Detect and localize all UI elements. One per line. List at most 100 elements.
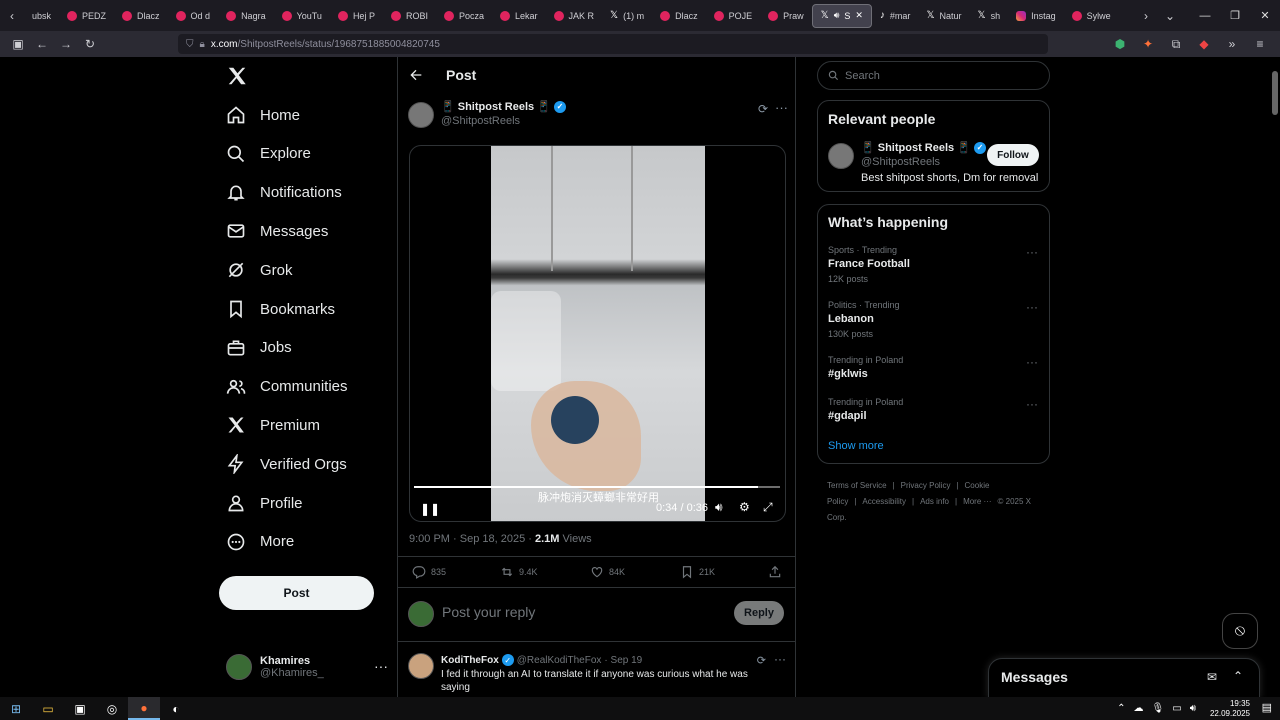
file-explorer-icon[interactable]: ▭ (32, 697, 64, 720)
browser-tab[interactable]: Hej P (330, 4, 383, 28)
footer-link[interactable]: More ··· (963, 497, 991, 506)
comment-avatar[interactable] (408, 653, 434, 679)
extension-badge-icon[interactable]: ◆ (1192, 34, 1216, 54)
close-window-icon[interactable]: ✕ (1250, 9, 1280, 22)
x-logo-icon[interactable] (226, 65, 248, 87)
sidebar-item-messages[interactable]: Messages (226, 216, 328, 246)
overflow-chevron-icon[interactable]: » (1220, 34, 1244, 54)
relevant-name[interactable]: 📱 Shitpost Reels 📱 (861, 141, 971, 154)
reply-button[interactable]: Reply (734, 601, 784, 625)
compose-message-icon[interactable]: ✉ (1207, 670, 1217, 684)
more-dots-icon[interactable]: ··· (374, 658, 388, 674)
mic-icon[interactable]: 🎙︎ (1152, 703, 1165, 714)
volume-icon[interactable]: 🔊︎ (1190, 703, 1196, 714)
browser-tab[interactable]: 𝕏sh (970, 4, 1009, 28)
browser-tab[interactable]: JAK R (546, 4, 603, 28)
browser-tab[interactable]: 𝕏 Natur (918, 4, 969, 28)
scrollbar-thumb[interactable] (1272, 71, 1278, 115)
sidebar-item-premium[interactable]: Premium (226, 410, 320, 440)
steam-icon[interactable]: ◎ (96, 697, 128, 720)
trend-item[interactable]: Sports · Trending France Football 12K post… (828, 245, 1038, 284)
browser-tab[interactable]: Praw (760, 4, 812, 28)
browser-tab[interactable]: POJE (706, 4, 761, 28)
browser-tab[interactable]: 𝕏 🔊︎ S ✕ (811, 3, 872, 28)
reply-input[interactable]: Post your reply (442, 604, 535, 620)
browser-tab[interactable]: ROBI (383, 4, 436, 28)
network-icon[interactable]: ▭ (1172, 703, 1181, 714)
browser-tab[interactable]: Lekar (492, 4, 546, 28)
share-action[interactable] (768, 565, 782, 579)
sidebar-item-home[interactable]: Home (226, 100, 300, 130)
sidebar-item-more[interactable]: More (226, 527, 294, 557)
tab-audio-icon[interactable]: 🔊︎ (834, 10, 840, 21)
author-avatar[interactable] (408, 102, 434, 128)
more-dots-icon[interactable]: ··· (1026, 300, 1038, 314)
menu-icon[interactable]: ≡ (1248, 34, 1272, 54)
author-name[interactable]: 📱 Shitpost Reels 📱 (441, 100, 551, 113)
author-handle[interactable]: @ShitpostReels (441, 115, 520, 127)
cloud-icon[interactable]: ☁ (1134, 703, 1144, 714)
bookmark-action[interactable]: 21K (680, 565, 715, 579)
url-bar[interactable]: ⛉ 🔒︎ x.com/ShitpostReels/status/19687518… (178, 34, 1048, 54)
browser-tab[interactable]: YouTu (274, 4, 330, 28)
browser-tab[interactable]: Instag (1008, 4, 1064, 28)
page-scrollbar[interactable] (1270, 57, 1280, 697)
system-clock[interactable]: 19:35 22.09.2025 (1210, 699, 1250, 719)
account-switcher[interactable]: Khamires @Khamires_ ··· (226, 650, 388, 684)
comment-date[interactable]: · Sep 19 (604, 655, 642, 666)
more-dots-icon[interactable]: ··· (1026, 397, 1038, 411)
more-dots-icon[interactable]: ··· (775, 100, 788, 115)
browser-tab[interactable]: PEDZ (59, 4, 114, 28)
comment-author-name[interactable]: KodiTheFox (441, 655, 499, 666)
sidebar-item-jobs[interactable]: Jobs (226, 333, 292, 363)
expand-chevron-icon[interactable]: ⌃ (1233, 669, 1243, 683)
tab-scroll-left-icon[interactable]: ‹ (0, 6, 24, 26)
forward-icon[interactable]: → (54, 34, 78, 54)
browser-tab[interactable]: Pocza (436, 4, 492, 28)
footer-link[interactable]: Ads info (920, 497, 949, 506)
comment-handle[interactable]: @RealKodiTheFox (517, 655, 602, 666)
sidebar-item-grok[interactable]: Grok (226, 255, 293, 285)
back-icon[interactable]: ← (30, 34, 54, 54)
browser-tab[interactable]: 𝕏 (1) m (602, 4, 652, 28)
pause-icon[interactable]: ❚❚ (420, 502, 440, 516)
browser-tab[interactable]: ♪ #mar (872, 4, 919, 28)
footer-link[interactable]: Terms of Service (827, 481, 887, 490)
reply-action[interactable]: 835 (412, 565, 446, 579)
notification-icon[interactable]: ▤ (1262, 701, 1272, 714)
maximize-icon[interactable]: ❐ (1220, 9, 1250, 22)
more-dots-icon[interactable]: ··· (1026, 355, 1038, 369)
video-player[interactable]: 脉冲炮消灭蟑螂非常好用 ❚❚ 0:34 / 0:36 🔊︎ ⚙ ⤢ (409, 145, 786, 522)
sidebar-toggle-icon[interactable]: ▣ (6, 34, 30, 54)
sidebar-item-profile[interactable]: Profile (226, 488, 303, 518)
sidebar-item-communities[interactable]: Communities (226, 372, 348, 402)
extensions-icon[interactable]: ⧉ (1164, 34, 1188, 54)
sidebar-item-verified-orgs[interactable]: Verified Orgs (226, 449, 347, 479)
browser-tab[interactable]: Dlacz (652, 4, 706, 28)
tab-list-dropdown-icon[interactable]: ⌄ (1158, 6, 1182, 26)
like-action[interactable]: 84K (590, 565, 625, 579)
fullscreen-icon[interactable]: ⤢ (763, 500, 779, 516)
settings-gear-icon[interactable]: ⚙ (739, 500, 755, 516)
tab-scroll-right-icon[interactable]: › (1134, 6, 1158, 26)
extension-shield-icon[interactable]: ⬢ (1108, 34, 1132, 54)
reload-icon[interactable]: ↻ (78, 34, 102, 54)
sidebar-item-notifications[interactable]: Notifications (226, 178, 342, 208)
browser-tab[interactable]: Od d (168, 4, 219, 28)
show-more-link[interactable]: Show more (828, 440, 884, 452)
browser-tab[interactable]: Sylwe (1064, 4, 1119, 28)
extension-fox-icon[interactable]: ✦ (1136, 34, 1160, 54)
grok-icon[interactable]: ⟳ (757, 654, 766, 667)
tray-overflow-icon[interactable]: ⌃ (1117, 703, 1125, 714)
post-button[interactable]: Post (219, 576, 374, 610)
back-arrow-icon[interactable] (408, 67, 424, 83)
repost-action[interactable]: 9.4K (500, 565, 538, 579)
grok-fab-icon[interactable]: ⦸ (1222, 613, 1258, 649)
volume-icon[interactable]: 🔊︎ (715, 500, 731, 516)
comment-item[interactable]: KodiTheFox ✓ @RealKodiTheFox · Sep 19 ⟳ … (398, 649, 796, 697)
search-input[interactable] (845, 69, 1035, 82)
browser-tab[interactable]: ubsk (24, 4, 59, 28)
trend-item[interactable]: Politics · Trending Lebanon 130K posts ··· (828, 300, 1038, 339)
sidebar-item-bookmarks[interactable]: Bookmarks (226, 294, 335, 324)
browser-tab[interactable]: Nagra (218, 4, 274, 28)
